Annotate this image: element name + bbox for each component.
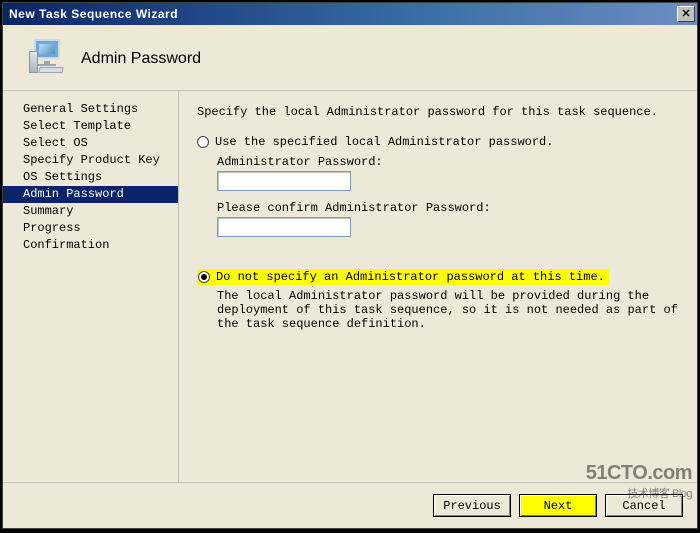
next-button[interactable]: Next [519, 494, 597, 517]
radio-icon [198, 271, 210, 283]
sidebar-item-os-settings[interactable]: OS Settings [3, 169, 178, 186]
sidebar-item-admin-password[interactable]: Admin Password [3, 186, 178, 203]
sidebar-item-label: Admin Password [23, 187, 124, 201]
cancel-button[interactable]: Cancel [605, 494, 683, 517]
sidebar-item-general-settings[interactable]: General Settings [3, 101, 178, 118]
wizard-sidebar: General Settings Select Template Select … [3, 91, 179, 482]
sidebar-item-label: Select Template [23, 119, 131, 133]
page-heading: Admin Password [81, 50, 201, 68]
sidebar-item-specify-product-key[interactable]: Specify Product Key [3, 152, 178, 169]
button-label: Next [544, 499, 573, 513]
sidebar-item-label: Specify Product Key [23, 153, 160, 167]
close-button[interactable]: ✕ [677, 6, 695, 22]
option-specify-password[interactable]: Use the specified local Administrator pa… [197, 135, 679, 149]
sidebar-item-select-os[interactable]: Select OS [3, 135, 178, 152]
sidebar-item-label: Confirmation [23, 238, 109, 252]
option-explanation: The local Administrator password will be… [217, 289, 679, 331]
option-label: Use the specified local Administrator pa… [215, 135, 553, 149]
sidebar-item-label: Select OS [23, 136, 88, 150]
previous-button[interactable]: Previous [433, 494, 511, 517]
option-no-password[interactable]: Do not specify an Administrator password… [197, 269, 679, 285]
sidebar-item-summary[interactable]: Summary [3, 203, 178, 220]
admin-password-input[interactable] [217, 171, 351, 191]
button-label: Cancel [622, 499, 665, 513]
confirm-password-input[interactable] [217, 217, 351, 237]
computer-icon [25, 39, 71, 78]
sidebar-item-progress[interactable]: Progress [3, 220, 178, 237]
close-icon: ✕ [681, 9, 690, 20]
sidebar-item-label: Progress [23, 221, 81, 235]
instruction-text: Specify the local Administrator password… [197, 105, 679, 119]
sidebar-item-select-template[interactable]: Select Template [3, 118, 178, 135]
wizard-header: Admin Password [3, 25, 697, 91]
wizard-window: New Task Sequence Wizard ✕ Admin Passwor… [2, 2, 698, 529]
title-bar: New Task Sequence Wizard ✕ [3, 3, 697, 25]
sidebar-item-confirmation[interactable]: Confirmation [3, 237, 178, 254]
wizard-footer: Previous Next Cancel [3, 482, 697, 528]
admin-password-label: Administrator Password: [217, 155, 679, 169]
sidebar-item-label: OS Settings [23, 170, 102, 184]
window-title: New Task Sequence Wizard [9, 7, 677, 21]
sidebar-item-label: Summary [23, 204, 73, 218]
confirm-password-label: Please confirm Administrator Password: [217, 201, 679, 215]
button-label: Previous [443, 499, 501, 513]
radio-icon [197, 136, 209, 148]
sidebar-item-label: General Settings [23, 102, 138, 116]
wizard-content: Specify the local Administrator password… [179, 91, 697, 482]
password-fields: Administrator Password: Please confirm A… [217, 155, 679, 237]
wizard-body: General Settings Select Template Select … [3, 91, 697, 482]
option-label: Do not specify an Administrator password… [216, 270, 605, 284]
